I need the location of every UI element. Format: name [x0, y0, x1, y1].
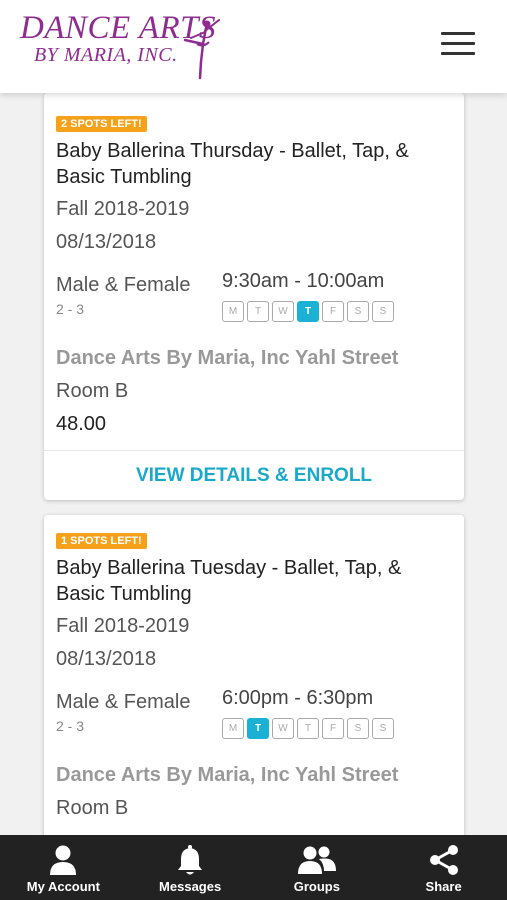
class-date: 08/13/2018: [56, 231, 157, 253]
weekday-0: M: [222, 718, 244, 739]
class-room: Room B: [56, 380, 129, 402]
view-details-enroll-button[interactable]: VIEW DETAILS & ENROLL: [44, 450, 464, 500]
hamburger-menu-button[interactable]: [436, 28, 480, 60]
class-card: 1 SPOTS LEFT! Baby Ballerina Tuesday - B…: [44, 515, 464, 835]
class-term: Fall 2018-2019: [56, 615, 190, 637]
weekday-6: S: [372, 718, 394, 739]
class-time: 9:30am - 10:00am: [222, 270, 385, 292]
class-time: 6:00pm - 6:30pm: [222, 687, 374, 709]
bell-icon: [178, 845, 203, 875]
bottom-navigation: My Account Messages Groups Share: [0, 835, 507, 900]
nav-label: My Account: [26, 879, 100, 894]
weekday-3: T: [297, 301, 319, 322]
weekday-5: S: [347, 718, 369, 739]
nav-share[interactable]: Share: [389, 835, 499, 900]
group-icon: [297, 846, 336, 874]
nav-messages[interactable]: Messages: [135, 835, 245, 900]
class-title: Baby Ballerina Thursday - Ballet, Tap, &…: [56, 140, 409, 188]
weekday-3: T: [297, 718, 319, 739]
user-icon: [50, 845, 77, 875]
class-list[interactable]: 2 SPOTS LEFT! Baby Ballerina Thursday - …: [0, 93, 507, 835]
share-icon: [429, 845, 458, 875]
class-location: Dance Arts By Maria, Inc Yahl Street: [56, 347, 399, 369]
app-header: DANCE ARTS BY MARIA, INC.: [0, 0, 507, 93]
weekday-2: W: [272, 301, 294, 322]
class-gender: Male & Female: [56, 274, 191, 296]
class-room: Room B: [56, 797, 129, 819]
spots-left-badge: 2 SPOTS LEFT!: [56, 116, 147, 132]
weekday-5: S: [347, 301, 369, 322]
class-gender: Male & Female: [56, 691, 191, 713]
class-price: 48.00: [56, 413, 107, 435]
weekday-indicator: MTWTFSS: [222, 301, 394, 322]
weekday-indicator: MTWTFSS: [222, 718, 394, 739]
weekday-1: T: [247, 301, 269, 322]
weekday-4: F: [322, 301, 344, 322]
class-date: 08/13/2018: [56, 648, 157, 670]
class-ages: 2 - 3: [56, 301, 85, 317]
class-title: Baby Ballerina Tuesday - Ballet, Tap, & …: [56, 557, 402, 605]
weekday-6: S: [372, 301, 394, 322]
weekday-2: W: [272, 718, 294, 739]
dance-arts-logo[interactable]: DANCE ARTS BY MARIA, INC.: [18, 10, 228, 80]
spots-left-badge: 1 SPOTS LEFT!: [56, 533, 147, 549]
nav-label: Groups: [293, 879, 340, 894]
nav-label: Share: [425, 879, 462, 894]
weekday-1: T: [247, 718, 269, 739]
nav-my-account[interactable]: My Account: [8, 835, 118, 900]
class-term: Fall 2018-2019: [56, 198, 190, 220]
weekday-0: M: [222, 301, 244, 322]
weekday-4: F: [322, 718, 344, 739]
dancer-icon: [183, 19, 220, 80]
class-location: Dance Arts By Maria, Inc Yahl Street: [56, 764, 399, 786]
nav-groups[interactable]: Groups: [262, 835, 372, 900]
class-card: 2 SPOTS LEFT! Baby Ballerina Thursday - …: [44, 93, 464, 500]
logo-line2: BY MARIA, INC.: [34, 44, 178, 66]
class-ages: 2 - 3: [56, 718, 85, 734]
nav-label: Messages: [159, 879, 222, 894]
